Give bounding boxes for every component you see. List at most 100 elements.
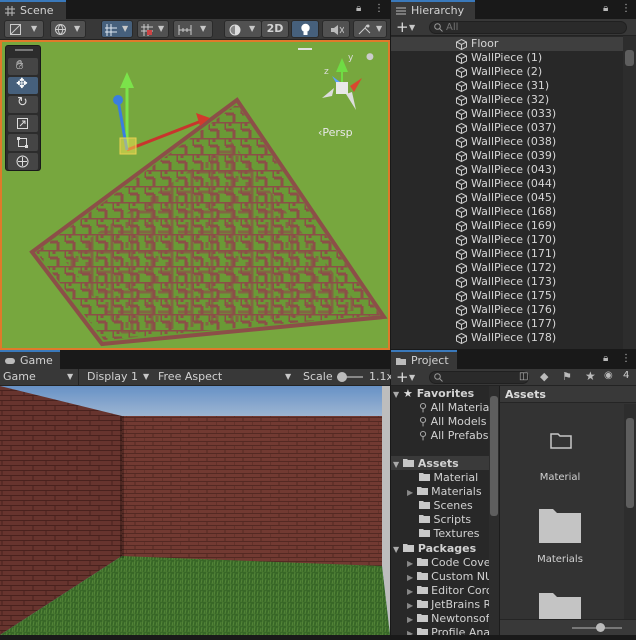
hierarchy-item[interactable]: WallPiece (172) <box>391 261 623 275</box>
scale-slider-thumb[interactable] <box>337 372 347 382</box>
display-dropdown[interactable]: Display 1 ▼ <box>83 369 153 385</box>
favorites-header[interactable]: ▼ ★ Favorites <box>393 387 474 401</box>
hierarchy-item[interactable]: WallPiece (043) <box>391 163 623 177</box>
lighting-button[interactable] <box>291 20 319 38</box>
project-search-input[interactable] <box>429 371 529 384</box>
add-asset-button[interactable]: + <box>396 368 409 386</box>
game-mode-dropdown[interactable]: Game ▼ <box>0 369 79 385</box>
asset-folder[interactable]: Textures <box>419 527 480 541</box>
favorite-star-icon[interactable]: ★ <box>585 369 596 383</box>
hierarchy-item[interactable]: WallPiece (2) <box>391 65 623 79</box>
move-tool-button[interactable]: ✥ <box>8 76 38 94</box>
package-folder[interactable]: ▶ Code Cove <box>407 556 491 570</box>
hierarchy-item[interactable]: WallPiece (044) <box>391 177 623 191</box>
lock-icon[interactable]: 🔒︎ <box>603 353 608 364</box>
draw-mode-button[interactable]: ▼ <box>4 20 44 38</box>
hierarchy-item[interactable]: Floor <box>391 37 623 51</box>
hierarchy-item[interactable]: WallPiece (037) <box>391 121 623 135</box>
hierarchy-item[interactable]: WallPiece (168) <box>391 205 623 219</box>
chevron-down-icon[interactable]: ▼ <box>409 373 415 382</box>
gameobject-icon <box>456 123 467 134</box>
menu-dots-icon[interactable]: ⋮ <box>374 3 384 14</box>
move-gizmo[interactable] <box>102 68 222 168</box>
packages-header[interactable]: ▼ Packages <box>393 542 476 556</box>
scroll-thumb[interactable] <box>490 396 498 516</box>
menu-dots-icon[interactable]: ⋮ <box>621 353 631 364</box>
asset-folder[interactable]: Scripts <box>419 513 471 527</box>
lock-small-icon[interactable]: ● <box>366 52 374 62</box>
shading-button[interactable]: ▼ <box>224 20 262 38</box>
asset-folder[interactable]: Material <box>419 471 478 485</box>
scroll-thumb[interactable] <box>626 418 634 508</box>
effects-button[interactable]: ▼ <box>353 20 387 38</box>
hierarchy-item[interactable]: WallPiece (177) <box>391 317 623 331</box>
hierarchy-item[interactable]: WallPiece (173) <box>391 275 623 289</box>
project-tree-scrollbar[interactable] <box>489 386 499 635</box>
add-button[interactable]: + <box>396 18 409 36</box>
asset-folder[interactable]: ▶ Materials <box>407 485 482 499</box>
asset-folder[interactable]: Scenes <box>419 499 473 513</box>
rotate-tool-button[interactable]: ↻ <box>8 95 38 113</box>
scroll-thumb[interactable] <box>625 50 634 66</box>
game-view[interactable] <box>0 386 390 635</box>
grip-icon[interactable] <box>15 49 33 51</box>
tab-game[interactable]: Game <box>0 350 60 369</box>
hierarchy-item[interactable]: WallPiece (32) <box>391 93 623 107</box>
lock-icon[interactable]: 🔒︎ <box>356 3 361 14</box>
overlay-grip-icon[interactable] <box>298 48 312 50</box>
package-folder[interactable]: ▶ Custom NU <box>407 570 493 584</box>
hidden-eye-icon[interactable]: ◉ <box>604 370 613 381</box>
search-filter-icon[interactable]: ◫ <box>519 371 528 382</box>
asset-tile[interactable] <box>510 582 610 627</box>
chevron-down-icon[interactable]: ▼ <box>409 23 415 32</box>
breadcrumb-assets[interactable]: Assets <box>505 388 546 401</box>
hand-tool-button[interactable]: ✋︎ <box>8 58 38 75</box>
type-filter-icon[interactable]: ◆ <box>540 370 548 383</box>
favorite-item[interactable]: ⚲ All Materia <box>419 401 489 415</box>
hierarchy-item[interactable]: WallPiece (178) <box>391 331 623 345</box>
zoom-slider-thumb[interactable] <box>595 623 605 632</box>
asset-tile[interactable]: Material <box>510 408 610 488</box>
grid-snap-button[interactable]: ▼ <box>101 20 133 38</box>
tab-project[interactable]: Project <box>391 350 457 369</box>
hierarchy-scrollbar[interactable] <box>623 36 636 349</box>
favorite-item[interactable]: ⚲ All Prefabs <box>419 429 489 443</box>
package-folder[interactable]: ▶ Profile Ana <box>407 626 490 635</box>
hierarchy-item[interactable]: WallPiece (169) <box>391 219 623 233</box>
transform-tool-button[interactable] <box>8 153 38 170</box>
hierarchy-item[interactable]: WallPiece (175) <box>391 289 623 303</box>
content-scrollbar[interactable] <box>624 404 636 619</box>
orientation-gizmo[interactable]: y z <box>312 52 382 122</box>
hierarchy-item[interactable]: WallPiece (038) <box>391 135 623 149</box>
hierarchy-search-input[interactable] <box>429 21 627 34</box>
tab-hierarchy[interactable]: Hierarchy <box>391 0 475 19</box>
hierarchy-item[interactable]: WallPiece (033) <box>391 107 623 121</box>
rect-tool-button[interactable] <box>8 134 38 151</box>
lock-icon[interactable]: 🔒︎ <box>603 3 608 14</box>
hierarchy-item[interactable]: WallPiece (045) <box>391 191 623 205</box>
favorite-item[interactable]: ⚲ All Models <box>419 415 486 429</box>
scale-tool-button[interactable] <box>8 115 38 132</box>
toggle-2d-button[interactable]: 2D <box>261 20 289 38</box>
assets-header[interactable]: ▼ Assets <box>393 457 459 471</box>
increment-snap-button[interactable]: ▼ <box>173 20 213 38</box>
asset-tile[interactable]: Materials <box>510 498 610 572</box>
scene-viewport[interactable]: ✋︎ ✥ ↻ y z ‹Persp ● <box>0 40 390 350</box>
package-folder[interactable]: ▶ Editor Coro <box>407 584 493 598</box>
gizmo-grid-button[interactable]: ▼ <box>137 20 169 38</box>
package-folder[interactable]: ▶ JetBrains R <box>407 598 491 612</box>
hierarchy-item[interactable]: WallPiece (039) <box>391 149 623 163</box>
hierarchy-item[interactable]: WallPiece (1) <box>391 51 623 65</box>
hierarchy-item[interactable]: WallPiece (170) <box>391 233 623 247</box>
tab-scene[interactable]: Scene <box>0 0 66 19</box>
label-filter-icon[interactable]: ⚑ <box>562 370 572 383</box>
hierarchy-item[interactable]: WallPiece (176) <box>391 303 623 317</box>
render-mode-button[interactable]: ▼ <box>50 20 86 38</box>
projection-label[interactable]: ‹Persp <box>318 126 353 139</box>
hierarchy-item[interactable]: WallPiece (31) <box>391 79 623 93</box>
package-folder[interactable]: ▶ Newtonsof <box>407 612 490 626</box>
hierarchy-item[interactable]: WallPiece (171) <box>391 247 623 261</box>
audio-button[interactable] <box>322 20 350 38</box>
aspect-dropdown[interactable]: Free Aspect ▼ <box>155 369 295 385</box>
menu-dots-icon[interactable]: ⋮ <box>621 3 631 14</box>
